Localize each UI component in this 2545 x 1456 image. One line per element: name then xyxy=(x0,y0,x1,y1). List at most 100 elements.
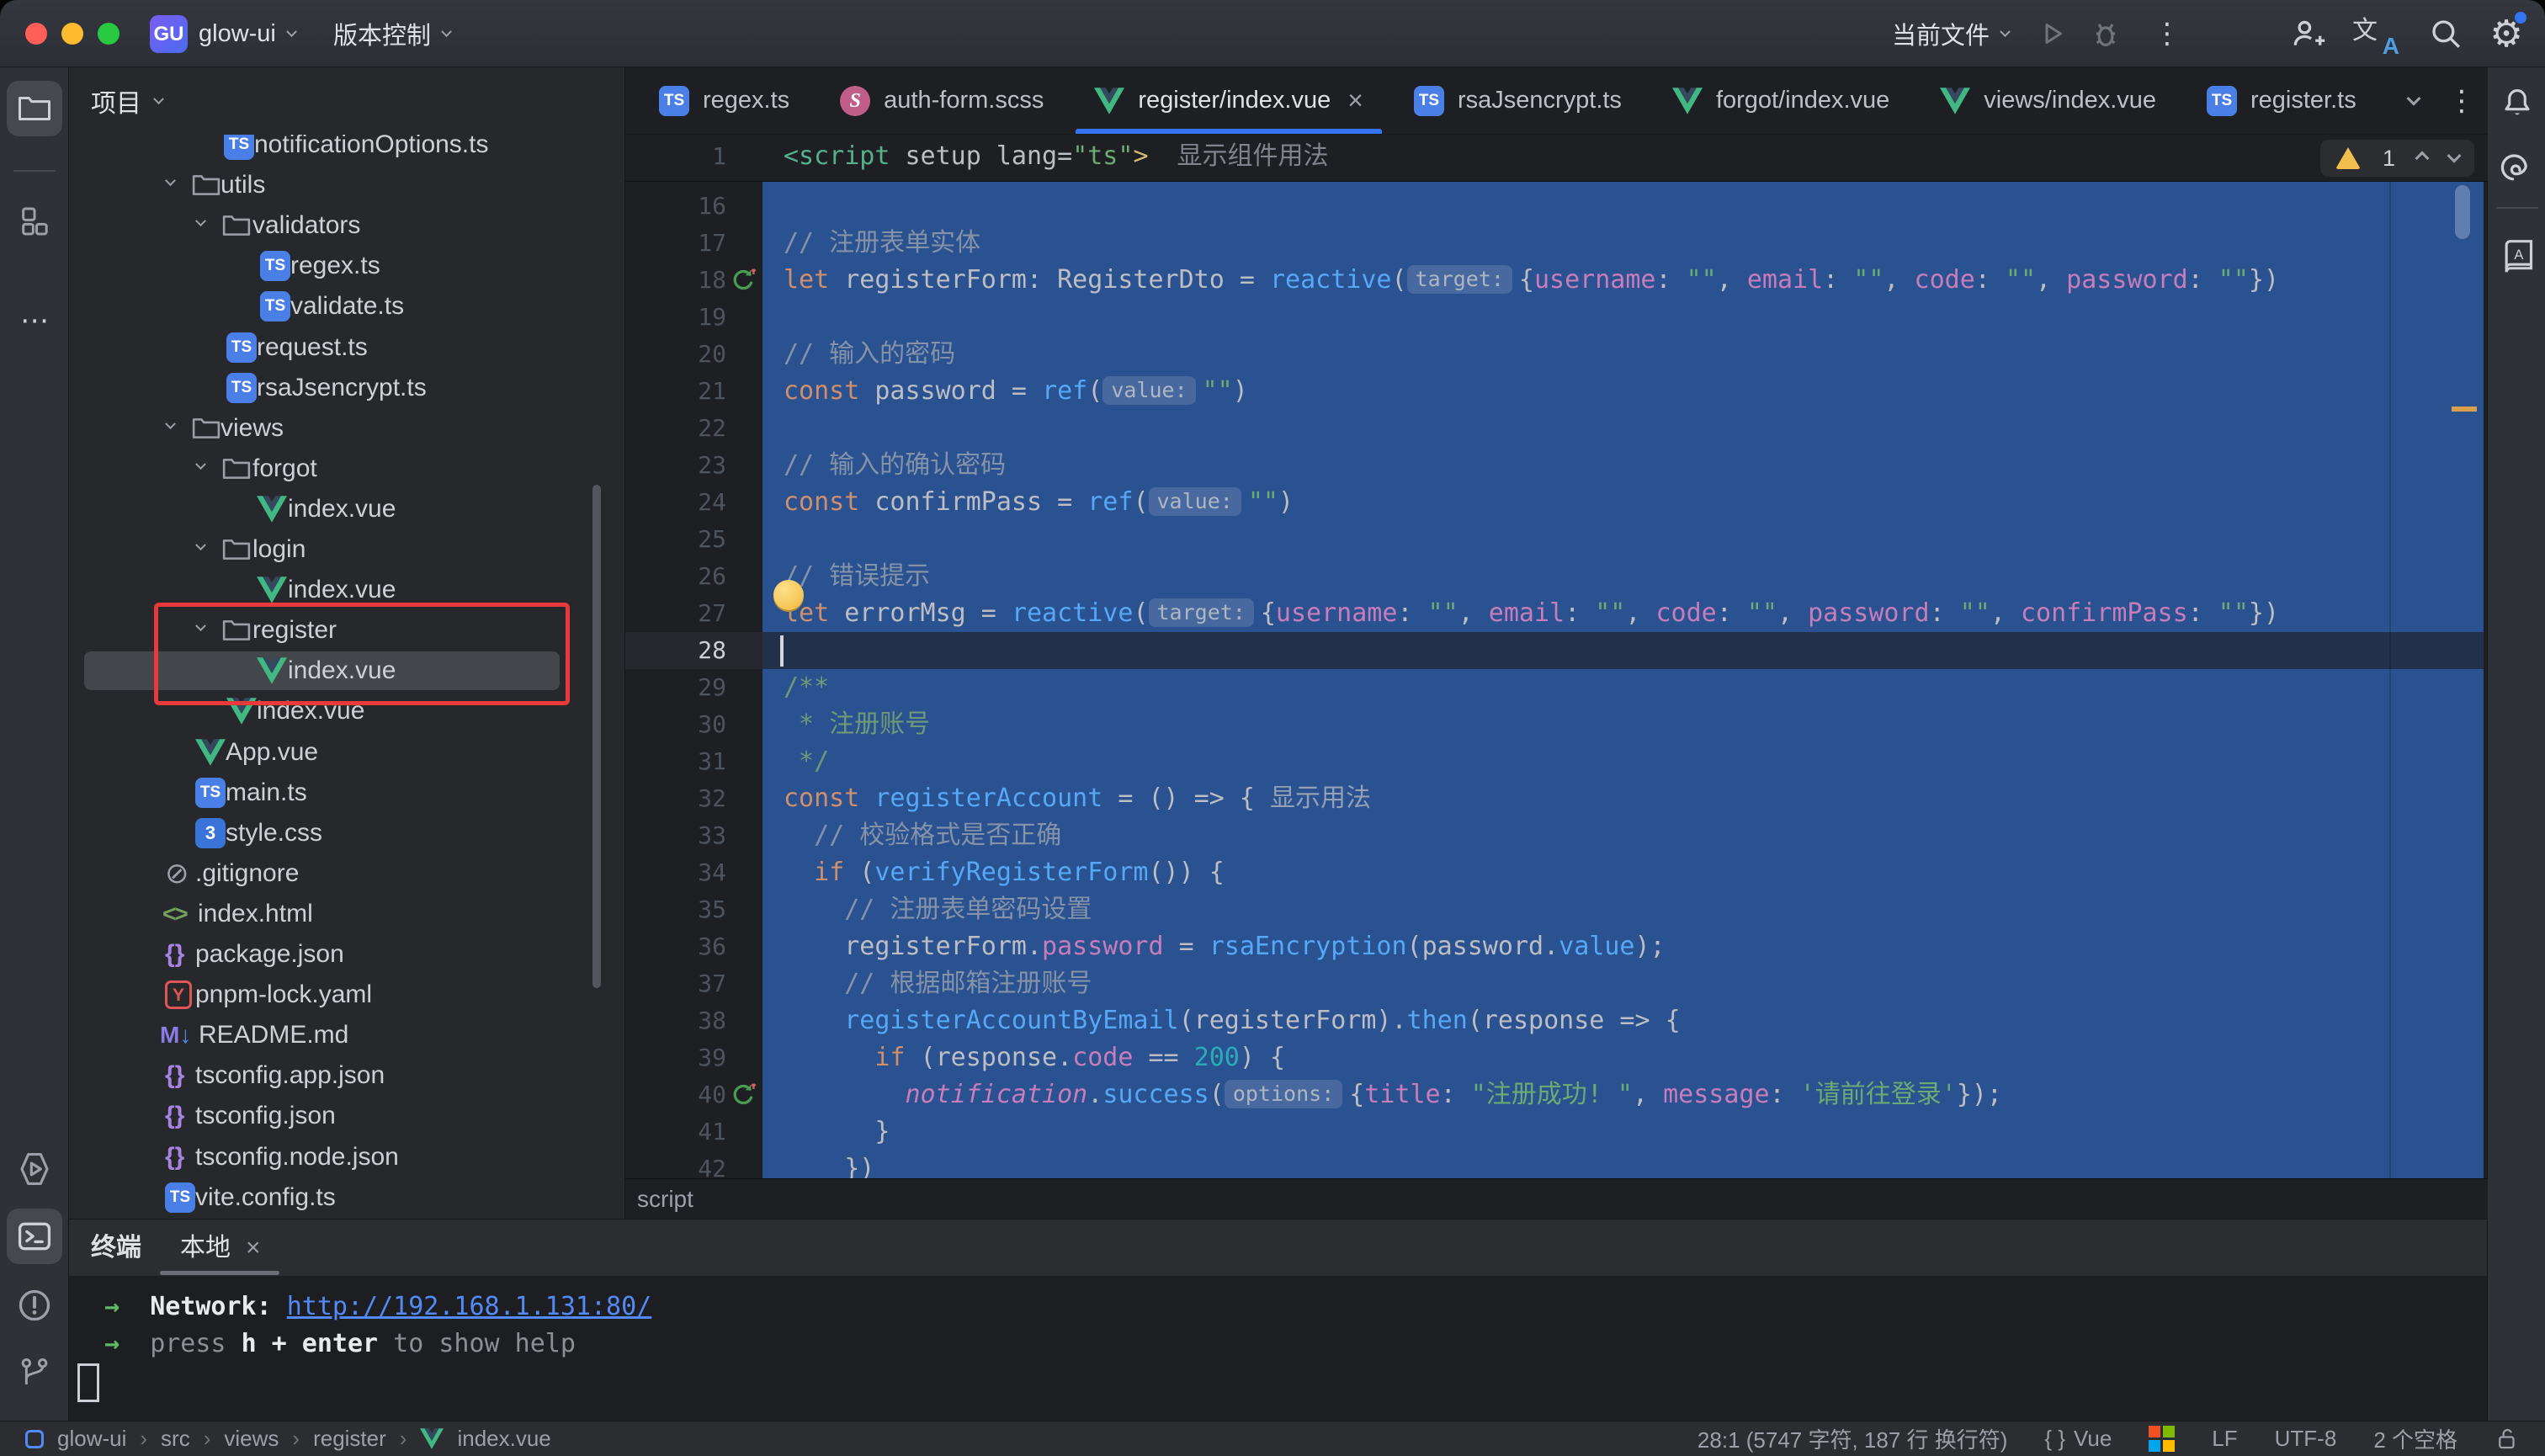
tree-item-App.vue[interactable]: App.vue xyxy=(69,732,624,773)
inspections-widget[interactable]: 1 xyxy=(2320,140,2474,177)
tab-regex.ts[interactable]: TSregex.ts xyxy=(634,67,815,134)
tree-item-validators[interactable]: validators xyxy=(69,205,624,246)
chevron-down-icon[interactable] xyxy=(195,215,206,226)
notifications-button[interactable] xyxy=(2489,76,2545,131)
line-number-23[interactable]: 23 xyxy=(625,447,726,484)
caret-position-widget[interactable]: 28:1 (5747 字符, 187 行 换行符) xyxy=(1698,1423,2007,1454)
zoom-window-button[interactable] xyxy=(98,23,120,45)
file-type-widget[interactable]: { } Vue xyxy=(2044,1426,2112,1452)
line-number-33[interactable]: 33 xyxy=(625,817,726,854)
prev-problem-icon[interactable] xyxy=(2415,151,2430,166)
tree-item-vite.config.ts[interactable]: TSvite.config.ts xyxy=(69,1177,624,1218)
tab-options-icon[interactable]: ⋮ xyxy=(2447,84,2476,118)
tab-auth-form.scss[interactable]: Sauth-form.scss xyxy=(815,67,1069,134)
line-number-18[interactable]: 18 xyxy=(625,262,726,299)
tree-item-views[interactable]: views xyxy=(69,408,624,449)
code-viewport[interactable]: 1617// 注册表单实体18let registerForm: Registe… xyxy=(625,182,2488,1246)
line-number-41[interactable]: 41 xyxy=(625,1113,726,1150)
tree-item-tsconfig.node.json[interactable]: {}tsconfig.node.json xyxy=(69,1137,624,1177)
crumb-project[interactable]: glow-ui xyxy=(57,1426,126,1452)
tab-register/index.vue[interactable]: register/index.vue× xyxy=(1069,67,1389,134)
dictionary-button[interactable]: A xyxy=(2489,229,2545,284)
services-toolwindow-button[interactable] xyxy=(7,1141,62,1197)
intention-bulb-icon[interactable] xyxy=(773,580,804,610)
tree-item-tsconfig.json[interactable]: {}tsconfig.json xyxy=(69,1096,624,1136)
terminal-link[interactable]: http://192.168.1.131:80/ xyxy=(287,1292,651,1321)
tab-rsaJsencrypt.ts[interactable]: TSrsaJsencrypt.ts xyxy=(1389,67,1647,134)
project-panel-header[interactable]: 项目 xyxy=(91,67,162,135)
git-toolwindow-button[interactable] xyxy=(7,1345,62,1400)
more-actions-button[interactable]: ⋮ xyxy=(2142,0,2192,67)
terminal-tab[interactable]: 本地 xyxy=(180,1220,231,1277)
line-number-16[interactable]: 16 xyxy=(625,188,726,225)
breadcrumb[interactable]: script xyxy=(637,1179,693,1220)
unlock-icon[interactable] xyxy=(2495,1427,2520,1452)
next-problem-icon[interactable] xyxy=(2447,149,2462,163)
problems-toolwindow-button[interactable] xyxy=(7,1278,62,1333)
line-number-17[interactable]: 17 xyxy=(625,225,726,262)
code-with-me-button[interactable] xyxy=(2282,0,2333,67)
line-number-35[interactable]: 35 xyxy=(625,891,726,928)
line-number-28[interactable]: 28 xyxy=(625,632,726,669)
line-number-38[interactable]: 38 xyxy=(625,1002,726,1039)
tab-views/index.vue[interactable]: views/index.vue xyxy=(1915,67,2181,134)
line-number-29[interactable]: 29 xyxy=(625,669,726,706)
crumb-register[interactable]: register xyxy=(313,1426,386,1452)
recursive-call-gutter-icon[interactable] xyxy=(730,1081,757,1108)
settings-button[interactable]: ⚙ xyxy=(2481,0,2532,67)
line-number-20[interactable]: 20 xyxy=(625,336,726,373)
line-number-19[interactable]: 19 xyxy=(625,299,726,336)
structure-toolwindow-button[interactable] xyxy=(7,194,62,249)
microsoft-logo-icon[interactable] xyxy=(2149,1426,2175,1452)
tab-register.ts[interactable]: TSregister.ts xyxy=(2181,67,2382,134)
terminal-tab-close-icon[interactable]: × xyxy=(246,1220,261,1277)
line-number-24[interactable]: 24 xyxy=(625,484,726,521)
line-number-40[interactable]: 40 xyxy=(625,1076,726,1113)
line-number-25[interactable]: 25 xyxy=(625,521,726,558)
tree-item-README.md[interactable]: M↓README.md xyxy=(69,1015,624,1055)
minimize-window-button[interactable] xyxy=(61,23,83,45)
line-number-37[interactable]: 37 xyxy=(625,965,726,1002)
line-number-36[interactable]: 36 xyxy=(625,928,726,965)
line-number-32[interactable]: 32 xyxy=(625,780,726,817)
line-ending-widget[interactable]: LF xyxy=(2212,1426,2237,1452)
vcs-menu-button[interactable]: 版本控制 xyxy=(333,0,450,67)
search-everywhere-button[interactable] xyxy=(2420,0,2471,67)
line-number-21[interactable]: 21 xyxy=(625,373,726,410)
terminal-toolwindow-button[interactable] xyxy=(7,1209,62,1264)
line-number-30[interactable]: 30 xyxy=(625,706,726,743)
tab-list-chevron-icon[interactable] xyxy=(2407,92,2421,106)
tree-item-rsaJsencrypt.ts[interactable]: TSrsaJsencrypt.ts xyxy=(69,368,624,408)
inlay-hint[interactable]: target: xyxy=(1149,598,1254,627)
tree-item-notificationOptions.ts[interactable]: TSnotificationOptions.ts xyxy=(69,135,624,165)
ai-assistant-button[interactable] xyxy=(2489,140,2545,195)
close-tab-icon[interactable]: × xyxy=(1347,85,1363,116)
line-number-26[interactable]: 26 xyxy=(625,558,726,595)
line-number-39[interactable]: 39 xyxy=(625,1039,726,1076)
tree-item-forgot[interactable]: forgot xyxy=(69,449,624,489)
tree-item-validate.ts[interactable]: TSvalidate.ts xyxy=(69,286,624,327)
tree-item-style.css[interactable]: 3style.css xyxy=(69,813,624,853)
chevron-down-icon[interactable] xyxy=(165,175,176,186)
status-breadcrumbs[interactable]: glow-ui › src › views › register › index… xyxy=(25,1426,551,1452)
crumb-file[interactable]: index.vue xyxy=(457,1426,550,1452)
tree-item-tsconfig.app.json[interactable]: {}tsconfig.app.json xyxy=(69,1055,624,1096)
inlay-hint[interactable]: value: xyxy=(1149,487,1241,516)
tree-item-index.html[interactable]: <>index.html xyxy=(69,894,624,934)
inlay-hint[interactable]: value: xyxy=(1102,376,1195,405)
chevron-down-icon[interactable] xyxy=(195,459,206,470)
tree-item-.gitignore[interactable]: ⊘.gitignore xyxy=(69,853,624,894)
tree-item-login[interactable]: login xyxy=(69,529,624,570)
tree-item-regex.ts[interactable]: TSregex.ts xyxy=(69,246,624,286)
line-number-27[interactable]: 27 xyxy=(625,595,726,632)
project-toolwindow-button[interactable] xyxy=(7,81,62,136)
tree-item-pnpm-lock.yaml[interactable]: Ypnpm-lock.yaml xyxy=(69,975,624,1015)
project-menu-button[interactable]: glow-ui xyxy=(199,0,295,67)
more-toolwindows-button[interactable]: ⋯ xyxy=(7,293,62,348)
tree-item-request.ts[interactable]: TSrequest.ts xyxy=(69,327,624,368)
chevron-down-icon[interactable] xyxy=(165,418,176,429)
recursive-call-gutter-icon[interactable] xyxy=(730,267,757,294)
line-number-31[interactable]: 31 xyxy=(625,743,726,780)
close-window-button[interactable] xyxy=(25,23,47,45)
run-configuration-selector[interactable]: 当前文件 xyxy=(1892,0,2009,67)
